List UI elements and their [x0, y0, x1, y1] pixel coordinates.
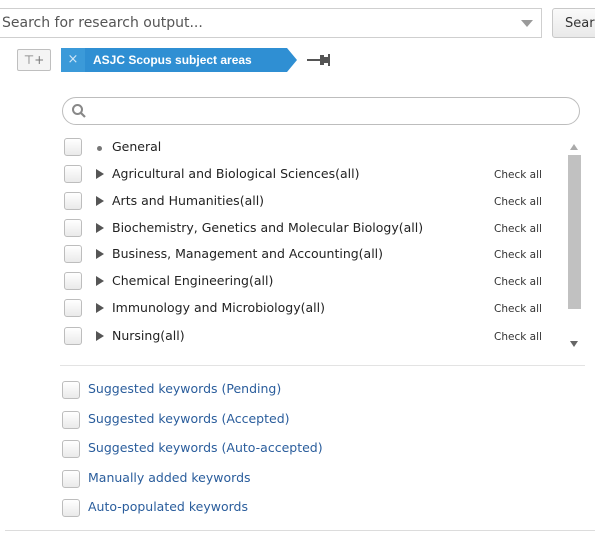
check-all-link[interactable]: Check all	[494, 196, 542, 208]
tree-item-label: Immunology and Microbiology(all)	[112, 300, 325, 315]
pin-icon[interactable]	[306, 52, 332, 68]
subject-search-input[interactable]	[93, 101, 567, 123]
tree-item-general: General	[62, 137, 562, 163]
bullet-icon	[97, 146, 102, 151]
checkbox[interactable]	[64, 245, 82, 263]
tree-item-label: Chemical Engineering(all)	[112, 273, 274, 288]
checkbox[interactable]	[64, 219, 82, 237]
tree-item-label: Agricultural and Biological Sciences(all…	[112, 166, 360, 181]
checkbox[interactable]	[62, 381, 80, 399]
tree-item-agricultural: Agricultural and Biological Sciences(all…	[62, 164, 562, 190]
search-button[interactable]: Sear	[552, 8, 595, 38]
tree-item-label: Business, Management and Accounting(all)	[112, 246, 384, 261]
tree-item-immunology: Immunology and Microbiology(all) Check a…	[62, 298, 562, 324]
scroll-down-icon[interactable]	[570, 341, 578, 347]
checkbox[interactable]	[64, 192, 82, 210]
checkbox[interactable]	[64, 299, 82, 317]
section-divider	[60, 365, 585, 366]
keyword-option-label[interactable]: Suggested keywords (Pending)	[88, 381, 281, 396]
keyword-option-label[interactable]: Auto-populated keywords	[88, 499, 248, 514]
keyword-option-label[interactable]: Suggested keywords (Accepted)	[88, 411, 290, 426]
keyword-option-auto-accepted: Suggested keywords (Auto-accepted)	[62, 436, 462, 466]
scroll-up-icon[interactable]	[570, 144, 578, 150]
subject-tree: General Agricultural and Biological Scie…	[62, 136, 582, 355]
keyword-option-label[interactable]: Manually added keywords	[88, 470, 251, 485]
keyword-option-manual: Manually added keywords	[62, 466, 462, 496]
checkbox[interactable]	[64, 272, 82, 290]
keyword-option-auto-populated: Auto-populated keywords	[62, 495, 462, 525]
chevron-down-icon[interactable]	[521, 20, 533, 27]
filter-chip-asjc[interactable]: × ASJC Scopus subject areas	[61, 48, 297, 72]
search-icon	[72, 104, 86, 118]
tree-item-label: Arts and Humanities(all)	[112, 193, 265, 208]
tree-item-chemical-engineering: Chemical Engineering(all) Check all	[62, 271, 562, 297]
tree-scrollbar[interactable]	[565, 136, 582, 355]
checkbox[interactable]	[62, 470, 80, 488]
search-row: Sear	[0, 8, 595, 40]
expand-arrow-icon[interactable]	[96, 223, 104, 233]
checkbox[interactable]	[62, 499, 80, 517]
tree-item-arts: Arts and Humanities(all) Check all	[62, 191, 562, 217]
keyword-option-accepted: Suggested keywords (Accepted)	[62, 407, 462, 437]
filter-chip-label: ASJC Scopus subject areas	[93, 53, 252, 67]
panel-search-box	[62, 97, 580, 125]
check-all-link[interactable]: Check all	[494, 223, 542, 235]
check-all-link[interactable]: Check all	[494, 303, 542, 315]
tree-item-label: Biochemistry, Genetics and Molecular Bio…	[112, 220, 424, 235]
panel-bottom-border	[5, 530, 595, 531]
search-box	[0, 8, 542, 38]
check-all-link[interactable]: Check all	[494, 169, 542, 181]
tree-item-label: General	[112, 139, 162, 154]
scroll-thumb[interactable]	[568, 155, 581, 309]
tree-item-label: Nursing(all)	[112, 328, 185, 343]
expand-arrow-icon[interactable]	[96, 303, 104, 313]
check-all-link[interactable]: Check all	[494, 331, 542, 343]
checkbox[interactable]	[64, 165, 82, 183]
tree-item-business: Business, Management and Accounting(all)…	[62, 244, 562, 270]
keyword-option-pending: Suggested keywords (Pending)	[62, 377, 462, 407]
expand-arrow-icon[interactable]	[96, 249, 104, 259]
expand-arrow-icon[interactable]	[96, 169, 104, 179]
checkbox[interactable]	[64, 327, 82, 345]
filter-plus-icon: ⊤+	[23, 53, 45, 67]
checkbox[interactable]	[62, 411, 80, 429]
checkbox[interactable]	[62, 440, 80, 458]
close-icon[interactable]: ×	[61, 48, 85, 72]
tree-item-nursing: Nursing(all) Check all	[62, 326, 562, 352]
expand-arrow-icon[interactable]	[96, 276, 104, 286]
search-input[interactable]	[2, 9, 502, 37]
checkbox[interactable]	[64, 138, 82, 156]
expand-arrow-icon[interactable]	[96, 196, 104, 206]
add-filter-button[interactable]: ⊤+	[17, 49, 51, 71]
check-all-link[interactable]: Check all	[494, 249, 542, 261]
tree-item-biochemistry: Biochemistry, Genetics and Molecular Bio…	[62, 218, 562, 244]
chip-arrow-tip	[287, 48, 297, 72]
keyword-option-label[interactable]: Suggested keywords (Auto-accepted)	[88, 440, 323, 455]
check-all-link[interactable]: Check all	[494, 276, 542, 288]
expand-arrow-icon[interactable]	[96, 331, 104, 341]
